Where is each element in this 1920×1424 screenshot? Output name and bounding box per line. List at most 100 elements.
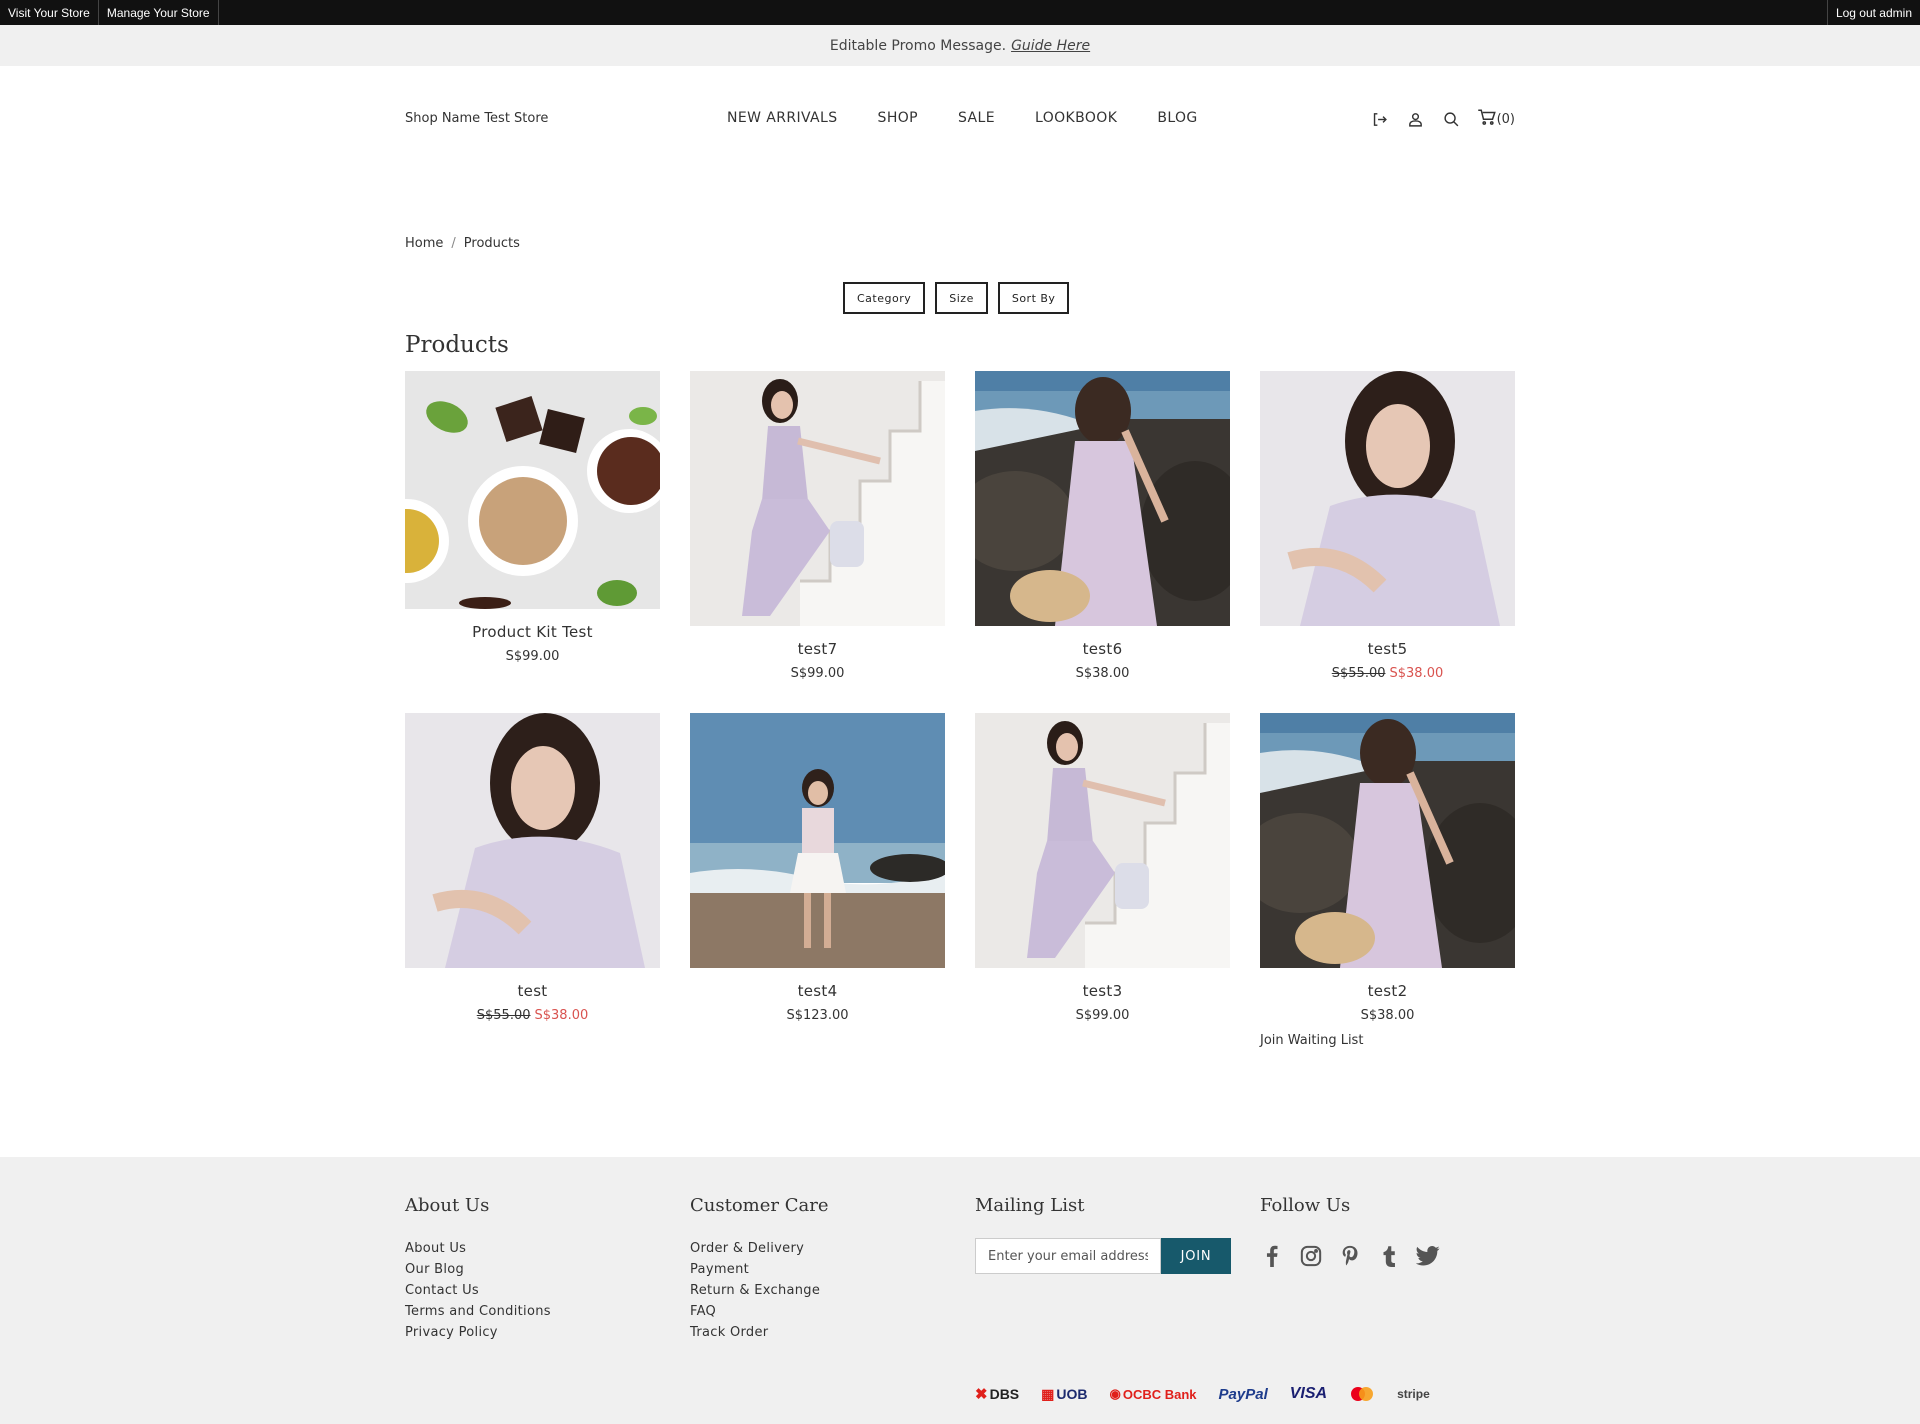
tumblr-icon[interactable] (1377, 1244, 1401, 1268)
mastercard-logo (1349, 1386, 1375, 1402)
product-image-portrait[interactable] (405, 713, 660, 968)
social-links (1260, 1244, 1455, 1268)
nav-new-arrivals[interactable]: NEW ARRIVALS (727, 110, 838, 126)
footer-link-order-delivery[interactable]: Order & Delivery (690, 1238, 828, 1259)
admin-bar: Visit Your Store Manage Your Store Log o… (0, 0, 1920, 25)
logout-icon[interactable] (1369, 108, 1391, 130)
nav-lookbook[interactable]: LOOKBOOK (1035, 110, 1117, 126)
footer-link-contact-us[interactable]: Contact Us (405, 1280, 551, 1301)
breadcrumb-home[interactable]: Home (405, 236, 443, 251)
price-original: S$55.00 (476, 1008, 531, 1023)
footer-link-terms[interactable]: Terms and Conditions (405, 1301, 551, 1322)
product-name[interactable]: test7 (690, 640, 945, 658)
product-image-portrait[interactable] (1260, 371, 1515, 626)
join-button[interactable]: JOIN (1161, 1238, 1231, 1274)
product-image-ice-cream[interactable] (405, 371, 660, 609)
promo-message: Editable Promo Message. (829, 37, 1007, 54)
promo-guide-link[interactable]: Guide Here (1011, 38, 1090, 54)
ocbc-logo: ◉ OCBC Bank (1109, 1386, 1197, 1402)
paypal-logo: PayPal (1218, 1385, 1268, 1403)
product-price: S$55.00 S$38.00 (405, 1008, 660, 1023)
search-icon[interactable] (1441, 108, 1463, 130)
cart-icon (1477, 108, 1496, 130)
pinterest-icon[interactable] (1338, 1244, 1362, 1268)
manage-store-link[interactable]: Manage Your Store (99, 0, 219, 25)
product-card[interactable]: test7 S$99.00 (690, 371, 945, 681)
sort-by-button[interactable]: Sort By (997, 282, 1070, 314)
uob-logo: ▦ UOB (1041, 1385, 1088, 1403)
footer-care-column: Customer Care Order & Delivery Payment R… (690, 1195, 828, 1343)
user-icon[interactable] (1405, 108, 1427, 130)
cart-count: (0) (1496, 111, 1515, 127)
product-price: S$38.00 (975, 666, 1230, 681)
visit-store-link[interactable]: Visit Your Store (0, 0, 99, 25)
product-name[interactable]: test4 (690, 982, 945, 1000)
category-filter-button[interactable]: Category (843, 282, 926, 314)
footer-follow-column: Follow Us (1260, 1195, 1455, 1268)
footer-link-our-blog[interactable]: Our Blog (405, 1259, 551, 1280)
site-header: Shop Name Test Store NEW ARRIVALS SHOP S… (405, 100, 1515, 140)
product-card[interactable]: test2 S$38.00 Join Waiting List (1260, 713, 1515, 1048)
payment-label: UOB (1056, 1386, 1088, 1402)
product-price: S$55.00 S$38.00 (1260, 666, 1515, 681)
product-card[interactable]: Product Kit Test S$99.00 (405, 371, 660, 664)
product-price: S$99.00 (405, 649, 660, 664)
product-card[interactable]: test3 S$99.00 (975, 713, 1230, 1023)
product-card[interactable]: test S$55.00 S$38.00 (405, 713, 660, 1023)
footer-mailing-column: Mailing List JOIN (975, 1195, 1231, 1274)
product-name[interactable]: test3 (975, 982, 1230, 1000)
price-regular: S$38.00 (1075, 666, 1130, 681)
instagram-icon[interactable] (1299, 1244, 1323, 1268)
footer-about-column: About Us About Us Our Blog Contact Us Te… (405, 1195, 551, 1343)
product-name[interactable]: test6 (975, 640, 1230, 658)
promo-bar: Editable Promo Message. Guide Here (0, 25, 1920, 66)
dbs-logo: ✖ DBS (975, 1386, 1020, 1403)
product-name[interactable]: Product Kit Test (405, 623, 660, 641)
size-filter-button[interactable]: Size (935, 282, 988, 314)
nav-shop[interactable]: SHOP (878, 110, 918, 126)
footer-link-payment[interactable]: Payment (690, 1259, 828, 1280)
site-footer: About Us About Us Our Blog Contact Us Te… (0, 1157, 1920, 1424)
product-image-steps[interactable] (690, 371, 945, 626)
product-image-beach[interactable] (690, 713, 945, 968)
footer-link-return-exchange[interactable]: Return & Exchange (690, 1280, 828, 1301)
nav-sale[interactable]: SALE (958, 110, 995, 126)
facebook-icon[interactable] (1260, 1244, 1284, 1268)
twitter-icon[interactable] (1416, 1244, 1440, 1268)
product-price: S$123.00 (690, 1008, 945, 1023)
product-name[interactable]: test5 (1260, 640, 1515, 658)
email-field[interactable] (975, 1238, 1161, 1274)
product-image-rocks[interactable] (975, 371, 1230, 626)
product-name[interactable]: test2 (1260, 982, 1515, 1000)
payment-label: OCBC Bank (1122, 1386, 1197, 1402)
price-regular: S$123.00 (786, 1008, 849, 1023)
price-sale: S$38.00 (534, 1008, 589, 1023)
shop-name-logo[interactable]: Shop Name Test Store (405, 111, 548, 126)
header-icons: (0) (1355, 108, 1515, 130)
breadcrumb-current: Products (463, 236, 520, 251)
footer-heading: Customer Care (690, 1195, 829, 1216)
footer-link-track-order[interactable]: Track Order (690, 1322, 828, 1343)
product-card[interactable]: test4 S$123.00 (690, 713, 945, 1023)
price-regular: S$99.00 (505, 649, 560, 664)
product-card[interactable]: test5 S$55.00 S$38.00 (1260, 371, 1515, 681)
payment-label: DBS (989, 1386, 1020, 1402)
product-price: S$38.00 (1260, 1008, 1515, 1023)
price-regular: S$99.00 (1075, 1008, 1130, 1023)
product-image-steps[interactable] (975, 713, 1230, 968)
stripe-logo: stripe (1397, 1387, 1430, 1401)
product-card[interactable]: test6 S$38.00 (975, 371, 1230, 681)
footer-link-about-us[interactable]: About Us (405, 1238, 551, 1259)
footer-link-faq[interactable]: FAQ (690, 1301, 828, 1322)
filter-bar: Category Size Sort By (843, 282, 1079, 314)
product-image-rocks[interactable] (1260, 713, 1515, 968)
visa-logo: VISA (1289, 1385, 1328, 1402)
logout-admin-link[interactable]: Log out admin (1826, 0, 1920, 25)
product-name[interactable]: test (405, 982, 660, 1000)
cart-button[interactable]: (0) (1477, 108, 1515, 130)
nav-blog[interactable]: BLOG (1157, 110, 1197, 126)
footer-link-privacy[interactable]: Privacy Policy (405, 1322, 551, 1343)
breadcrumb-separator: / (451, 236, 456, 251)
breadcrumb: Home / Products (405, 236, 520, 251)
join-waiting-list-link[interactable]: Join Waiting List (1260, 1033, 1515, 1048)
